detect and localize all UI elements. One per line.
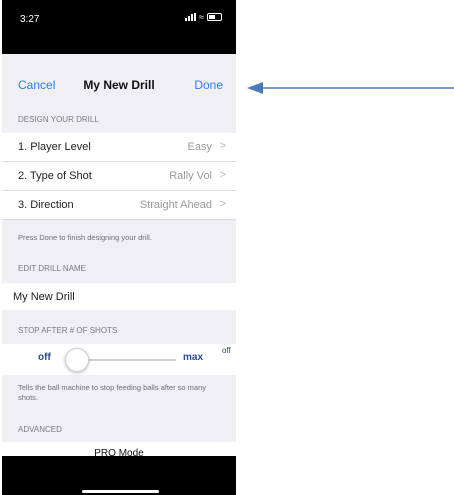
type-of-shot-row[interactable]: 2. Type of Shot Rally Vol > [2, 162, 236, 191]
row-value: Rally Vol [169, 170, 212, 182]
signal-icon [185, 13, 197, 21]
chevron-right-icon: > [219, 198, 226, 210]
shots-slider-row: off max off [2, 344, 236, 375]
pro-mode-label: PRO Mode [94, 448, 144, 456]
navigation-bar: Cancel My New Drill Done [2, 73, 236, 99]
slider-value-label: off [222, 346, 231, 355]
slider-min-label: off [38, 352, 51, 363]
slider-thumb[interactable] [65, 348, 89, 372]
row-value: Straight Ahead [139, 199, 212, 211]
row-label: 1. Player Level [18, 141, 91, 153]
home-indicator-area [2, 456, 236, 495]
direction-row[interactable]: 3. Direction Straight Ahead > [2, 191, 236, 220]
phone-screen: 3:27 ≈ Cancel My New Drill Done DESIGN Y… [2, 0, 236, 495]
design-note: Press Done to finish designing your dril… [18, 233, 152, 242]
status-icons: ≈ [185, 12, 222, 22]
stop-section-header: STOP AFTER # OF SHOTS [18, 326, 118, 335]
design-section-header: DESIGN YOUR DRILL [18, 115, 99, 124]
pointer-arrow-icon [247, 82, 454, 94]
status-time: 3:27 [20, 14, 40, 25]
chevron-right-icon: > [219, 140, 226, 152]
pro-mode-row[interactable]: PRO Mode [2, 442, 236, 456]
slider-max-label: max [183, 352, 204, 363]
edit-name-section-header: EDIT DRILL NAME [18, 264, 87, 273]
row-value: Easy [187, 141, 212, 153]
drill-name-input[interactable] [2, 283, 236, 310]
player-level-row[interactable]: 1. Player Level Easy > [2, 133, 236, 162]
status-bar: 3:27 ≈ [2, 0, 236, 54]
wifi-icon: ≈ [199, 12, 204, 22]
row-label: 3. Direction [18, 199, 74, 211]
done-button[interactable]: Done [194, 78, 223, 92]
home-indicator[interactable] [82, 490, 159, 493]
battery-icon [207, 13, 222, 21]
stop-note: Tells the ball machine to stop feeding b… [18, 383, 207, 402]
advanced-section-header: ADVANCED [18, 425, 62, 434]
row-label: 2. Type of Shot [18, 170, 92, 182]
chevron-right-icon: > [219, 169, 226, 181]
